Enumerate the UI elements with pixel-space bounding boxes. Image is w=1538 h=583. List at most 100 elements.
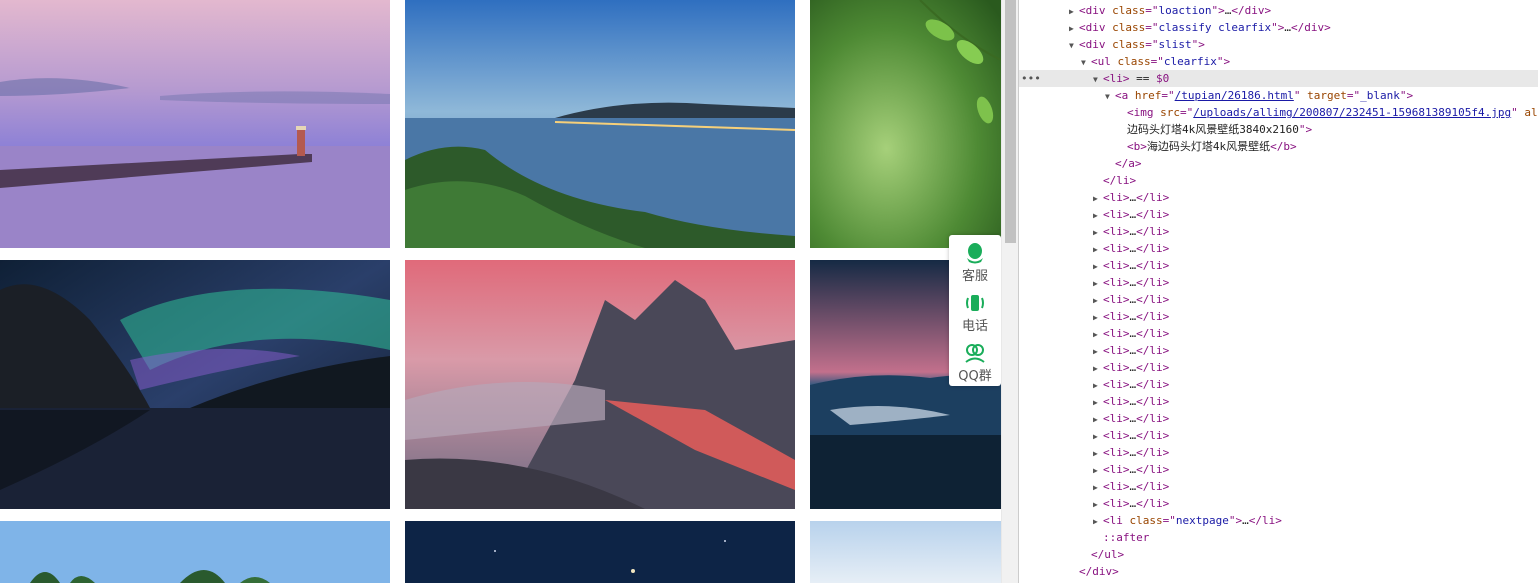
thumbnail-leaves[interactable] [810,0,1001,248]
expand-triangle-icon[interactable]: ▶ [1069,20,1079,37]
expand-triangle-icon[interactable]: ▶ [1093,309,1103,326]
dom-node-row[interactable]: </a> [1019,155,1538,172]
dom-node-row[interactable]: <b>海边码头灯塔4k风景壁纸</b> [1019,138,1538,155]
expand-triangle-icon[interactable]: ▶ [1093,445,1103,462]
thumbnail-karst[interactable] [0,521,390,583]
screen: 客服 电话 QQ群 ▶ <div class="loaction">…</div… [0,0,1538,583]
dom-token: </div> [1231,4,1272,17]
collapse-triangle-icon[interactable]: ▼ [1069,37,1079,54]
dom-node-row[interactable]: ▼ <div class="slist"> [1019,36,1538,53]
expand-triangle-icon[interactable]: ▶ [1069,3,1079,20]
dom-node-row[interactable]: ••• ▼ <li> == $0 [1019,70,1538,87]
dom-node-row[interactable]: ▶ <li>…</li> [1019,478,1538,495]
dom-node-row[interactable]: ▶ <div class="loaction">…</div> [1019,2,1538,19]
dom-node-row[interactable]: </div> [1019,563,1538,580]
dom-node-row[interactable]: ▶ <li>…</li> [1019,274,1538,291]
dom-node-row[interactable]: ▶ <li>…</li> [1019,257,1538,274]
expand-triangle-icon[interactable]: ▶ [1093,207,1103,224]
expand-triangle-icon[interactable]: ▶ [1093,411,1103,428]
dom-token: </a> [1115,157,1142,170]
thumbnail-pale-sky[interactable] [810,521,1001,583]
expand-triangle-icon[interactable]: ▶ [1093,394,1103,411]
qq-group-button[interactable]: QQ群 [949,341,1001,384]
dom-node-row[interactable]: </li> [1019,172,1538,189]
dom-node-row[interactable]: 边码头灯塔4k风景壁纸3840x2160"> [1019,121,1538,138]
dom-node-row[interactable]: ▶ <li>…</li> [1019,461,1538,478]
dom-token: class [1117,55,1151,68]
dom-token: <div [1079,4,1113,17]
dom-node-row[interactable]: ▶ <li>…</li> [1019,206,1538,223]
expand-triangle-icon[interactable]: ▶ [1093,360,1103,377]
dom-token[interactable]: /tupian/26186.html [1175,89,1294,102]
dom-token: </li> [1136,310,1170,323]
dom-node-row[interactable]: ▶ <li>…</li> [1019,376,1538,393]
dom-node-row[interactable]: ▶ <li>…</li> [1019,240,1538,257]
expand-triangle-icon[interactable]: ▶ [1093,292,1103,309]
dom-token: "> [1228,514,1243,527]
qq-group-label: QQ群 [958,369,992,384]
dom-node-row[interactable]: ▶ <li>…</li> [1019,189,1538,206]
collapse-triangle-icon[interactable]: ▼ [1081,54,1091,71]
dom-token: <li> [1103,242,1130,255]
dom-node-row[interactable]: ▶ <li>…</li> [1019,308,1538,325]
expand-triangle-icon[interactable]: ▶ [1093,326,1103,343]
dom-node-row[interactable]: ▶ <li>…</li> [1019,325,1538,342]
thumbnail-lake-city[interactable] [405,0,795,248]
phone-button[interactable]: 电话 [949,291,1001,334]
expand-triangle-icon[interactable]: ▶ [1093,462,1103,479]
dom-node-row[interactable]: <img src="/uploads/allimg/200807/232451-… [1019,104,1538,121]
dom-node-row[interactable]: ▼ <a href="/tupian/26186.html" target="_b… [1019,87,1538,104]
dom-node-row[interactable]: ▶ <li class="nextpage">…</li> [1019,512,1538,529]
collapse-triangle-icon[interactable]: ▼ [1093,71,1103,88]
dom-node-row[interactable]: ▶ <div class="classify clearfix">…</div> [1019,19,1538,36]
dom-token: <li> [1103,259,1130,272]
dom-token: _blank [1360,89,1400,102]
dom-token: </li> [1136,361,1170,374]
expand-triangle-icon[interactable]: ▶ [1093,479,1103,496]
dom-token: </li> [1136,463,1170,476]
dom-token: </li> [1136,344,1170,357]
customer-service-button[interactable]: 客服 [949,241,1001,284]
expand-triangle-icon[interactable]: ▶ [1093,224,1103,241]
leaves-image [810,0,1001,248]
dom-token: <li> [1103,344,1130,357]
dom-node-row[interactable]: ▶ <li>…</li> [1019,223,1538,240]
expand-triangle-icon[interactable]: ▶ [1093,428,1103,445]
thumbnail-mountain[interactable] [405,260,795,509]
dom-node-row[interactable]: ▼ <ul class="clearfix"> [1019,53,1538,70]
scrollbar-thumb[interactable] [1005,0,1016,243]
dom-node-row[interactable]: ▶ <li>…</li> [1019,393,1538,410]
karst-image [0,521,390,583]
thumbnail-aurora[interactable] [0,260,390,509]
expand-triangle-icon[interactable]: ▶ [1093,513,1103,530]
qq-penguin-icon [967,243,983,264]
expand-triangle-icon[interactable]: ▶ [1093,343,1103,360]
dom-node-row[interactable]: ▶ <li>…</li> [1019,410,1538,427]
expand-triangle-icon[interactable]: ▶ [1093,190,1103,207]
dom-node-row[interactable]: </ul> [1019,546,1538,563]
expand-triangle-icon[interactable]: ▶ [1093,258,1103,275]
expand-triangle-icon[interactable]: ▶ [1093,377,1103,394]
dom-node-row[interactable]: ▶ <li>…</li> [1019,359,1538,376]
dom-token: <li> [1103,378,1130,391]
dom-node-row[interactable]: ▶ <li>…</li> [1019,427,1538,444]
mountain-image [405,260,795,509]
dom-token: =" [1180,106,1194,119]
thumbnail-lighthouse[interactable] [0,0,390,248]
expand-triangle-icon[interactable]: ▶ [1093,275,1103,292]
expand-triangle-icon[interactable]: ▶ [1093,496,1103,513]
collapse-triangle-icon[interactable]: ▼ [1105,88,1115,105]
expand-triangle-icon[interactable]: ▶ [1093,241,1103,258]
dom-node-row[interactable]: ▶ <li>…</li> [1019,342,1538,359]
dom-node-row[interactable]: ▶ <li>…</li> [1019,291,1538,308]
dom-node-row[interactable]: ::after [1019,529,1538,546]
dom-node-row[interactable]: ▶ <li>…</li> [1019,444,1538,461]
page-scrollbar[interactable] [1001,0,1018,583]
dom-node-row[interactable]: ▶ <li>…</li> [1019,495,1538,512]
lighthouse-image [0,0,390,248]
dom-token: <li [1103,514,1130,527]
dom-token[interactable]: /uploads/allimg/200807/232451-1596813891… [1193,106,1511,119]
node-actions-dots[interactable]: ••• [1021,70,1041,87]
thumbnail-night-sky[interactable] [405,521,795,583]
